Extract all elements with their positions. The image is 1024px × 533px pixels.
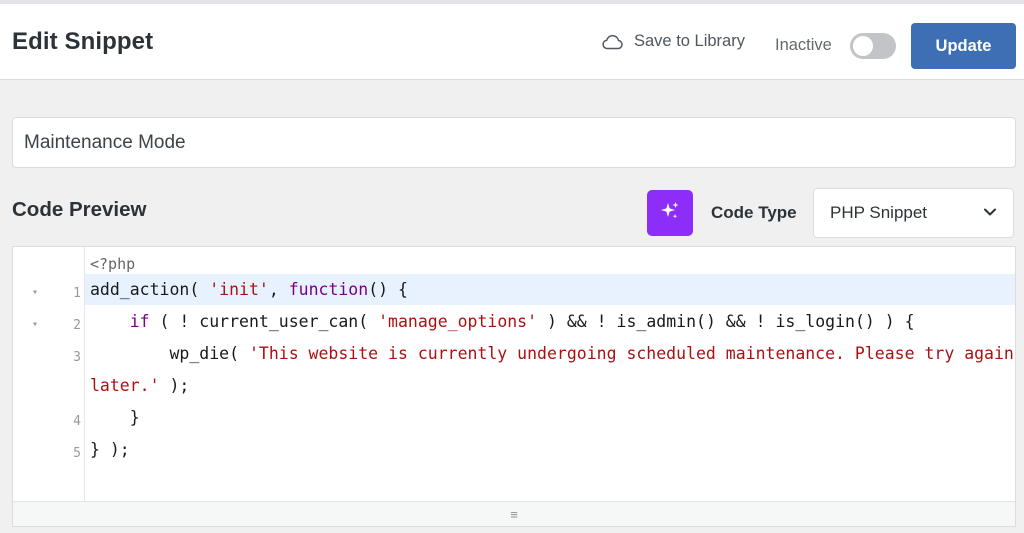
gutter-row: 3 [13,350,85,370]
status-label: Inactive [775,36,832,54]
line-number: 3 [73,350,81,365]
code-string: 'init' [209,280,269,299]
code-type-value: PHP Snippet [830,203,928,222]
gutter-row: ▾ 2 [13,318,85,338]
gutter-row: 4 [13,414,85,434]
code-token: , [268,280,289,299]
code-token: wp_die( [90,344,249,363]
toggle-knob [853,36,873,56]
fold-triangle-icon[interactable]: ▾ [32,287,38,298]
snippet-title-input[interactable] [12,117,1016,168]
code-token: ); [159,376,190,395]
gutter-row: ▾ 1 [13,286,85,306]
code-string: later.' [90,376,160,395]
code-type-select[interactable]: PHP Snippet [813,188,1014,238]
line-number: 4 [73,414,81,429]
code-type-label: Code Type [711,203,797,222]
code-preview-heading: Code Preview [12,198,147,221]
editor-resize-handle[interactable]: ≡ [13,501,1015,526]
chevron-down-icon [983,204,997,222]
code-line: if ( ! current_user_can( 'manage_options… [90,312,915,331]
sparkles-icon [659,200,681,227]
code-line: add_action( 'init', function() { [90,280,408,299]
page-title: Edit Snippet [12,28,154,55]
code-string: 'This website is currently undergoing sc… [248,344,1014,363]
code-keyword: if [129,312,150,331]
active-toggle[interactable] [850,33,896,59]
fold-triangle-icon[interactable]: ▾ [32,319,38,330]
code-line: } ); [90,440,130,459]
code-token: ( ! current_user_can( [149,312,379,331]
header: Edit Snippet Save to Library Inactive Up… [0,0,1024,80]
code-token: () { [368,280,408,299]
php-open-tag: <?php [90,255,136,273]
resize-handle-icon: ≡ [510,506,518,522]
code-line-wrapped: later.' ); [90,376,189,395]
line-gutter: ▾ 1 ▾ 2 3 4 5 [13,247,85,501]
cloud-icon [600,34,624,50]
code-token: add_action( [90,280,210,299]
save-to-library-button[interactable]: Save to Library [600,32,745,51]
code-token: ) && ! is_admin() && ! is_login() ) { [537,312,915,331]
code-line: wp_die( 'This website is currently under… [90,344,1014,363]
code-content[interactable]: <?php add_action( 'init', function() { i… [90,247,1014,459]
code-editor[interactable]: ▾ 1 ▾ 2 3 4 5 <?php add_action( 'init', … [12,246,1016,527]
code-line: } [90,408,140,427]
update-button[interactable]: Update [911,23,1016,69]
code-keyword: function [288,280,369,299]
ai-generate-button[interactable] [647,190,693,236]
gutter-row: 5 [13,446,85,466]
line-number: 5 [73,446,81,461]
line-number: 2 [73,318,81,333]
code-string: 'manage_options' [378,312,538,331]
line-number: 1 [73,286,81,301]
save-to-library-label: Save to Library [634,32,745,50]
